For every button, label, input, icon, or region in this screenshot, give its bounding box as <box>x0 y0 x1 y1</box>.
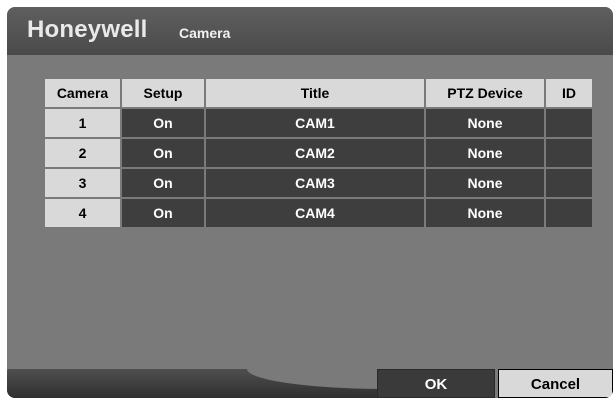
honeywell-logo: Honeywell <box>27 16 148 43</box>
table-row: 2 On CAM2 None <box>45 139 592 167</box>
ok-button[interactable]: OK <box>377 369 495 398</box>
camera-number-cell: 4 <box>45 199 120 227</box>
ptz-device-cell[interactable]: None <box>426 109 544 137</box>
id-cell[interactable] <box>546 139 592 167</box>
column-header-id: ID <box>546 79 592 107</box>
column-header-title: Title <box>206 79 424 107</box>
ptz-device-cell[interactable]: None <box>426 169 544 197</box>
screen-title: Camera <box>179 25 231 41</box>
id-cell[interactable] <box>546 199 592 227</box>
table-row: 4 On CAM4 None <box>45 199 592 227</box>
setup-cell[interactable]: On <box>122 199 204 227</box>
title-cell[interactable]: CAM3 <box>206 169 424 197</box>
title-cell[interactable]: CAM1 <box>206 109 424 137</box>
table-row: 3 On CAM3 None <box>45 169 592 197</box>
title-cell[interactable]: CAM2 <box>206 139 424 167</box>
table-header-row: Camera Setup Title PTZ Device ID <box>45 79 592 107</box>
id-cell[interactable] <box>546 109 592 137</box>
column-header-camera: Camera <box>45 79 120 107</box>
title-bar: Honeywell Camera <box>7 7 613 55</box>
setup-cell[interactable]: On <box>122 139 204 167</box>
id-cell[interactable] <box>546 169 592 197</box>
table-row: 1 On CAM1 None <box>45 109 592 137</box>
camera-table: Camera Setup Title PTZ Device ID 1 On CA… <box>43 77 594 229</box>
ptz-device-cell[interactable]: None <box>426 199 544 227</box>
camera-number-cell: 1 <box>45 109 120 137</box>
column-header-ptz-device: PTZ Device <box>426 79 544 107</box>
ptz-device-cell[interactable]: None <box>426 139 544 167</box>
cancel-button[interactable]: Cancel <box>498 369 613 398</box>
camera-setup-window: Honeywell Camera Camera Setup Title PTZ … <box>7 7 613 398</box>
column-header-setup: Setup <box>122 79 204 107</box>
setup-cell[interactable]: On <box>122 109 204 137</box>
camera-number-cell: 2 <box>45 139 120 167</box>
camera-number-cell: 3 <box>45 169 120 197</box>
title-cell[interactable]: CAM4 <box>206 199 424 227</box>
setup-cell[interactable]: On <box>122 169 204 197</box>
